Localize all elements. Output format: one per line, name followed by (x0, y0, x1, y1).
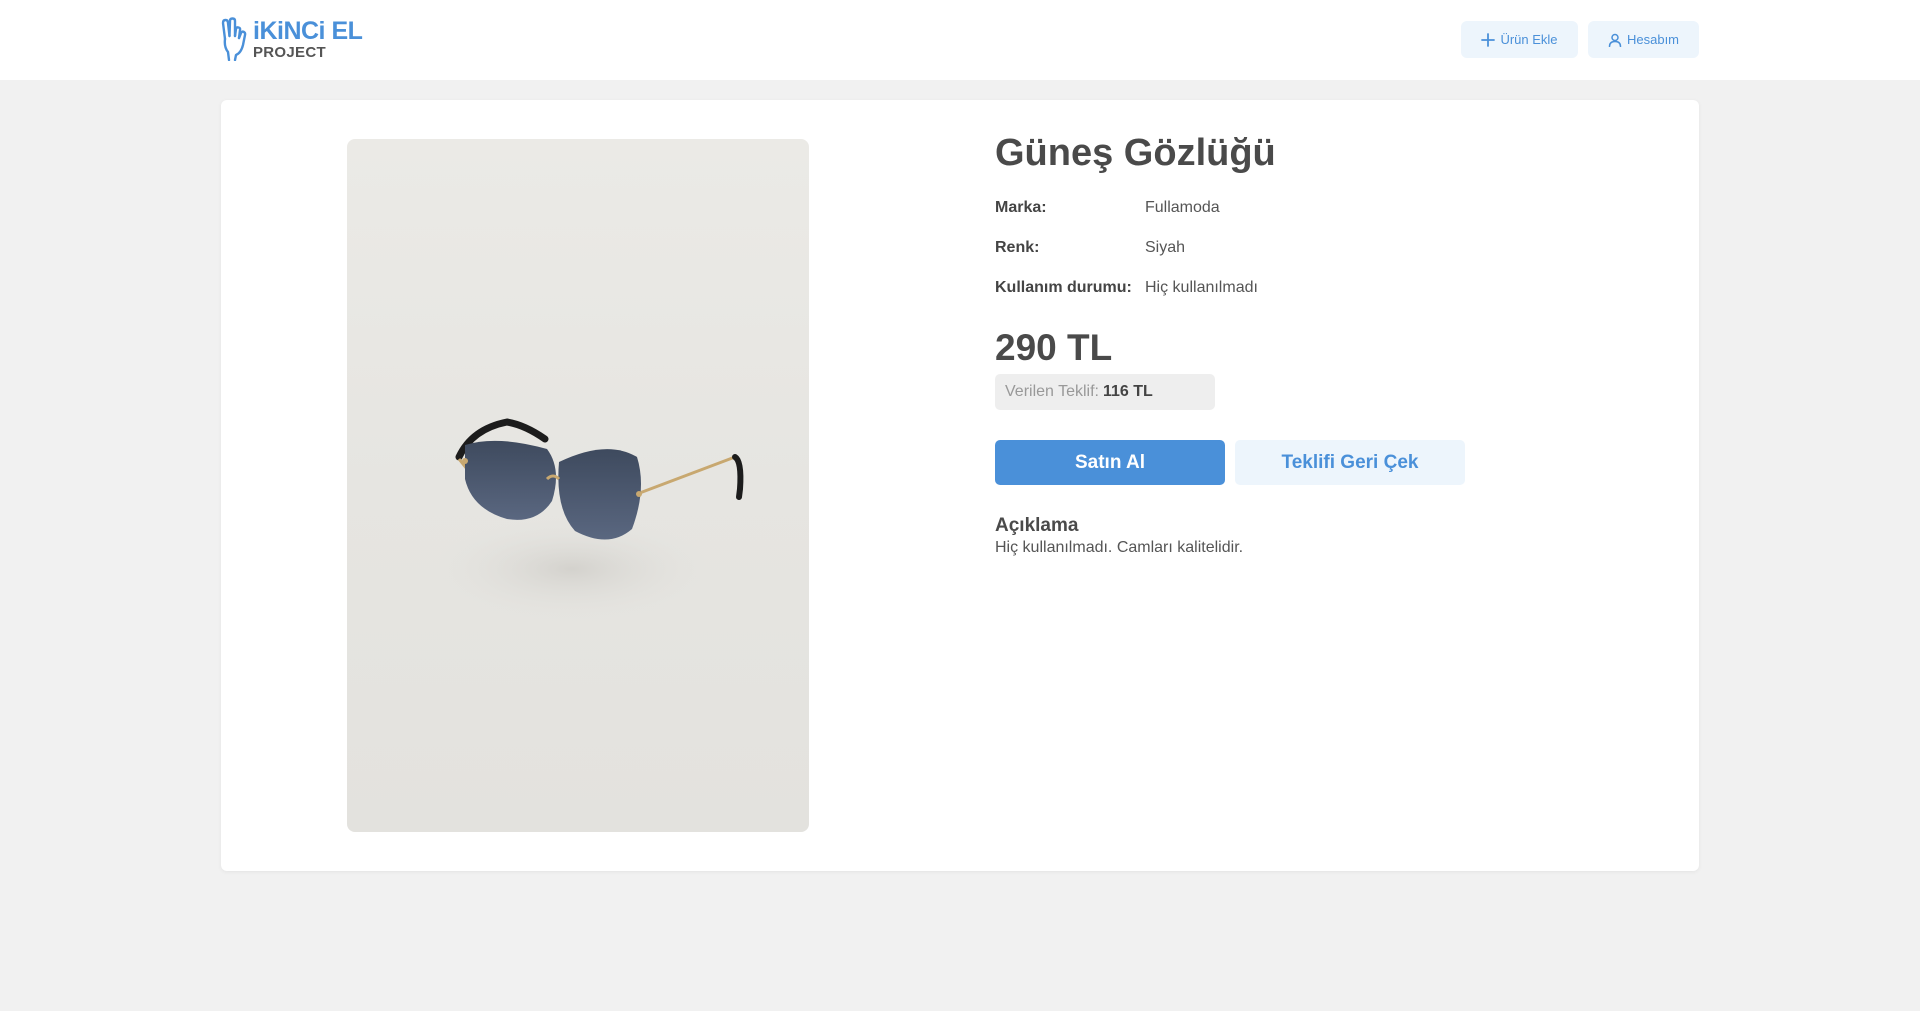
product-price: 290 TL (995, 327, 1113, 368)
add-product-label: Ürün Ekle (1500, 32, 1558, 47)
logo-title: iKiNCi EL (253, 16, 363, 45)
attribute-value: Hiç kullanılmadı (1145, 279, 1258, 296)
withdraw-offer-button[interactable]: Teklifi Geri Çek (1235, 440, 1465, 485)
add-product-button[interactable]: Ürün Ekle (1461, 21, 1578, 58)
product-image[interactable] (347, 139, 809, 832)
offer-value: 116 TL (1102, 383, 1153, 400)
attribute-label: Renk: (995, 239, 1040, 256)
attribute-value: Siyah (1145, 239, 1186, 256)
offer-badge: Verilen Teklif: 116 TL (995, 374, 1215, 410)
attribute-list: Marka: Fullamoda Renk: Siyah Kullanım du… (995, 188, 1645, 308)
account-button[interactable]: Hesabım (1588, 21, 1699, 58)
attribute-label: Marka: (995, 199, 1047, 216)
attribute-row-brand: Marka: Fullamoda (995, 188, 1645, 228)
attribute-label: Kullanım durumu: (995, 279, 1132, 296)
site-logo[interactable]: iKiNCi EL PROJECT (219, 16, 363, 62)
product-title: Güneş Gözlüğü (995, 132, 1276, 174)
logo-subtitle: PROJECT (253, 43, 326, 61)
user-icon (1608, 33, 1622, 47)
description-heading: Açıklama (995, 515, 1079, 536)
product-info: Güneş Gözlüğü Marka: Fullamoda Renk: Siy… (995, 130, 1645, 557)
product-detail-card: Güneş Gözlüğü Marka: Fullamoda Renk: Siy… (221, 100, 1699, 871)
account-label: Hesabım (1626, 32, 1680, 47)
buy-button[interactable]: Satın Al (995, 440, 1225, 485)
plus-icon (1481, 32, 1496, 47)
attribute-value: Fullamoda (1145, 199, 1220, 216)
hand-peace-icon (221, 17, 247, 61)
action-buttons: Satın Al Teklifi Geri Çek (995, 440, 1645, 485)
top-navbar: iKiNCi EL PROJECT Ürün Ekle Hesabım (0, 0, 1920, 80)
sunglasses-image (422, 418, 744, 624)
description-text: Hiç kullanılmadı. Camları kalitelidir. (995, 539, 1244, 556)
attribute-row-condition: Kullanım durumu: Hiç kullanılmadı (995, 268, 1645, 308)
attribute-row-color: Renk: Siyah (995, 228, 1645, 268)
offer-label: Verilen Teklif: (1005, 383, 1099, 400)
